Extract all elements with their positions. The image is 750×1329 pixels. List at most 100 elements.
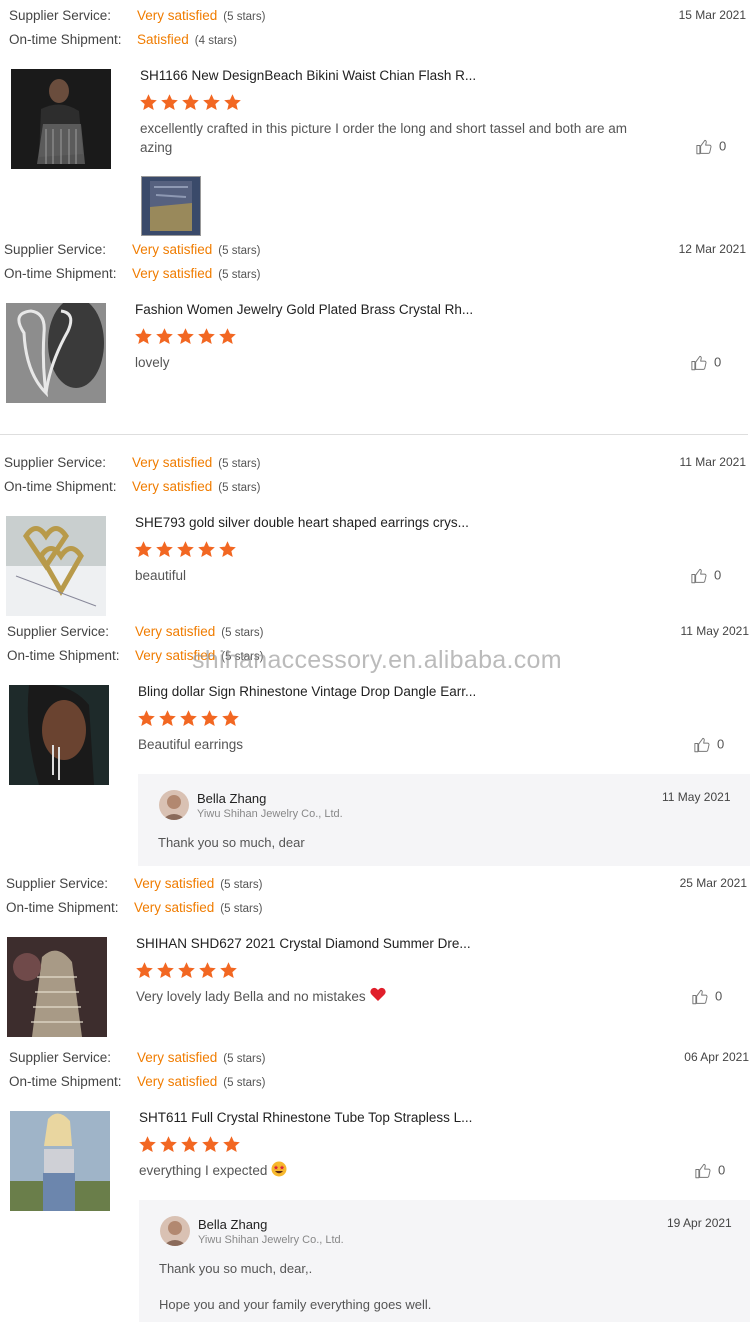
review-text-content: everything I expected [139,1163,268,1179]
supplier-service-value: Very satisfied [135,624,216,639]
product-title[interactable]: SHIHAN SHD627 2021 Crystal Diamond Summe… [136,936,471,951]
product-title[interactable]: SH1166 New DesignBeach Bikini Waist Chia… [140,68,476,83]
star-icon [200,709,219,728]
star-icon [181,93,200,112]
shipment-label: On-time Shipment: [7,648,120,663]
star-icon [198,961,217,980]
shipment-stars: (4 stars) [194,35,237,47]
shipment-label: On-time Shipment: [6,900,119,915]
seller-reply: Bella Zhang Yiwu Shihan Jewelry Co., Ltd… [139,1200,750,1322]
review-date: 11 May 2021 [680,624,750,638]
star-icon [222,1135,241,1154]
supplier-service-stars: (5 stars) [218,245,261,257]
like-button[interactable]: 0 [690,567,721,585]
review-text: Very lovely lady Bella and no mistakes [136,987,656,1007]
star-icon [197,540,216,559]
star-icon [218,540,237,559]
shipment-label: On-time Shipment: [9,1074,122,1089]
product-thumbnail[interactable] [11,69,111,169]
star-rating [134,327,239,347]
star-icon [176,540,195,559]
supplier-service-stars: (5 stars) [220,879,263,891]
star-icon [223,93,242,112]
product-thumbnail[interactable] [6,303,106,403]
seller-reply: Bella Zhang Yiwu Shihan Jewelry Co., Ltd… [138,774,750,866]
review-date: 12 Mar 2021 [678,242,746,256]
section-divider [0,434,748,435]
avatar [159,790,189,820]
product-title[interactable]: SHT611 Full Crystal Rhinestone Tube Top … [139,1110,472,1125]
shipment-label: On-time Shipment: [9,32,122,47]
star-icon [138,1135,157,1154]
review-ratings: Supplier Service: Very satisfied (5 stars)… [4,451,260,499]
product-thumbnail[interactable] [9,685,109,785]
thumbs-up-icon [690,567,708,585]
star-icon [160,93,179,112]
supplier-service-value: Very satisfied [132,242,213,257]
thumbs-up-icon [695,138,713,156]
star-icon [221,709,240,728]
supplier-service-label: Supplier Service: [4,242,107,257]
shipment-value: Very satisfied [134,900,215,915]
star-rating [137,709,242,729]
like-count: 0 [718,1162,726,1178]
review-ratings: Supplier Service: Very satisfied (5 stars)… [4,238,260,286]
replier-name: Bella Zhang [197,791,267,806]
product-thumbnail[interactable] [7,937,107,1037]
like-button[interactable]: 0 [690,354,721,372]
product-thumbnail[interactable] [6,516,106,616]
star-icon [201,1135,220,1154]
like-button[interactable]: 0 [693,736,724,754]
star-icon [134,540,153,559]
star-icon [219,961,238,980]
review-text: Beautiful earrings [138,737,244,752]
supplier-service-label: Supplier Service: [9,8,112,23]
shipment-stars: (5 stars) [218,269,261,281]
shipment-stars: (5 stars) [218,482,261,494]
supplier-service-value: Very satisfied [134,876,215,891]
shipment-value: Very satisfied [132,479,213,494]
review-text: lovely [135,355,170,370]
thumbs-up-icon [690,354,708,372]
product-thumbnail[interactable] [10,1111,110,1211]
star-icon [180,1135,199,1154]
supplier-service-stars: (5 stars) [218,458,261,470]
supplier-service-stars: (5 stars) [221,627,264,639]
shipment-value: Satisfied [137,32,189,47]
shipment-label: On-time Shipment: [4,479,117,494]
star-struck-emoji-icon [271,1161,287,1182]
shipment-stars: (5 stars) [220,903,263,915]
like-button[interactable]: 0 [694,1162,725,1180]
watermark: shihanaccessory.en.alibaba.com [192,646,562,674]
reply-text: Thank you so much, dear [158,835,305,850]
avatar [160,1216,190,1246]
like-count: 0 [714,567,722,583]
like-button[interactable]: 0 [691,988,722,1006]
heart-emoji-icon [369,987,386,1007]
review-date: 06 Apr 2021 [684,1050,749,1064]
star-icon [179,709,198,728]
star-rating [139,93,244,113]
star-icon [139,93,158,112]
star-icon [156,961,175,980]
shipment-value: Very satisfied [132,266,213,281]
supplier-service-label: Supplier Service: [9,1050,112,1065]
star-icon [177,961,196,980]
star-rating [138,1135,243,1155]
like-count: 0 [715,988,723,1004]
star-rating [135,961,240,981]
supplier-service-stars: (5 stars) [223,11,266,23]
review-text: beautiful [135,568,187,583]
product-title[interactable]: Bling dollar Sign Rhinestone Vintage Dro… [138,684,476,699]
like-button[interactable]: 0 [695,138,726,156]
review-date: 15 Mar 2021 [678,8,746,22]
review-ratings: Supplier Service: Very satisfied (5 stars)… [9,1046,265,1094]
star-icon [135,961,154,980]
thumbs-up-icon [694,1162,712,1180]
review-photo[interactable] [141,176,201,236]
product-title[interactable]: SHE793 gold silver double heart shaped e… [135,515,469,530]
review-ratings: Supplier Service: Very satisfied (5 stars)… [9,4,265,52]
star-icon [158,709,177,728]
product-title[interactable]: Fashion Women Jewelry Gold Plated Brass … [135,302,473,317]
review-ratings: Supplier Service: Very satisfied (5 stars)… [6,872,262,920]
